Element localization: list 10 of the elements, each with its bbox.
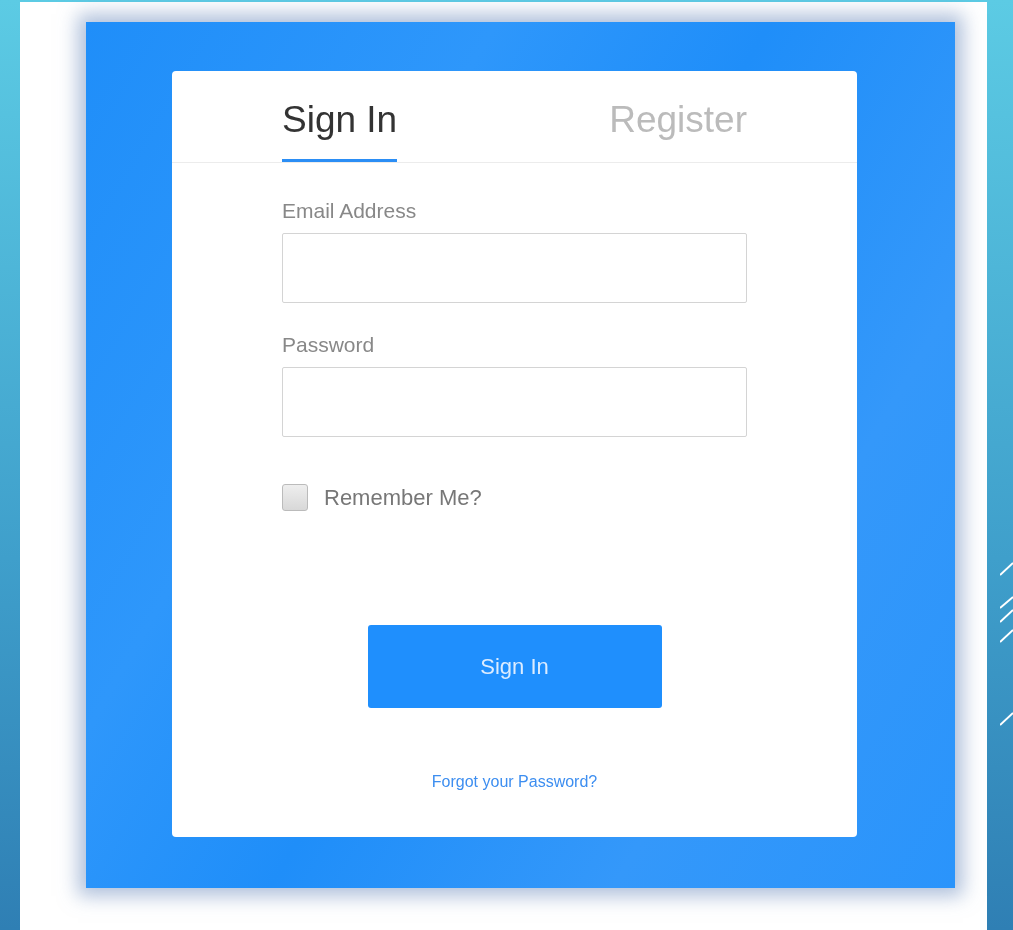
checkbox-label: Remember Me? [324, 484, 482, 511]
field-label: Email Address [282, 199, 418, 223]
input-field[interactable] [282, 367, 747, 437]
sign-in-button[interactable]: Sign In [367, 625, 662, 708]
input-field[interactable] [282, 233, 747, 303]
field-label: Password [282, 333, 376, 357]
tab[interactable]: Sign In [282, 99, 398, 162]
tab[interactable]: Register [609, 99, 747, 162]
checkbox[interactable] [282, 484, 308, 511]
forgot-password-link[interactable]: Forgot your Password? [431, 773, 598, 791]
